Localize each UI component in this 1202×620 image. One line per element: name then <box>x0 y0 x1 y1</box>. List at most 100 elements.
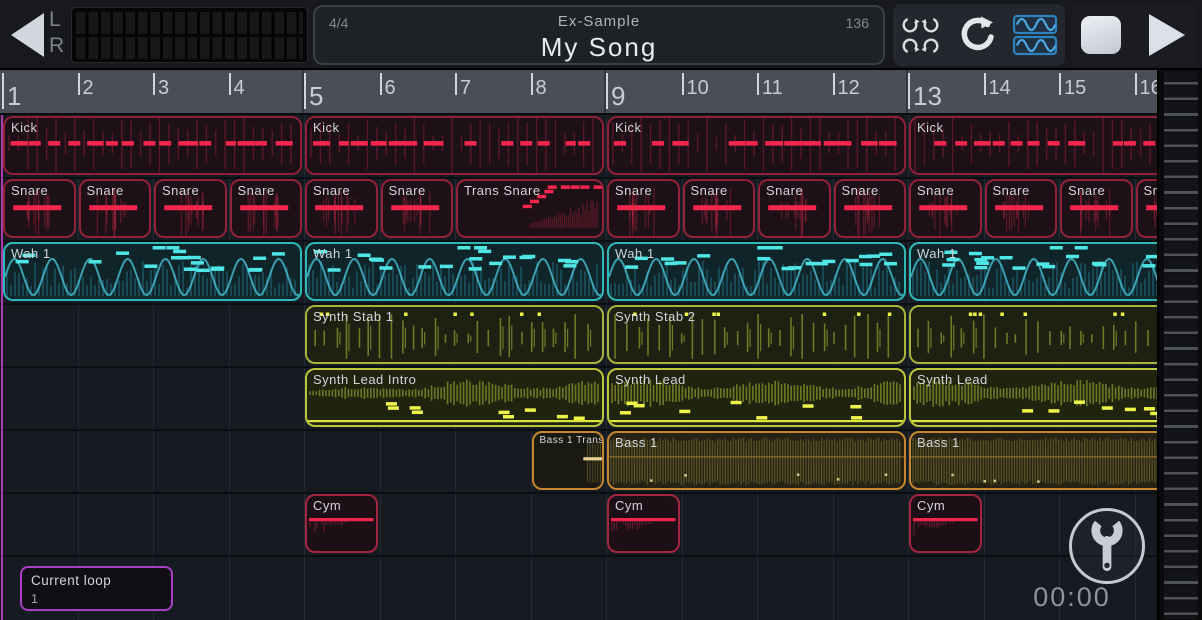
bar-ruler[interactable]: 12345678910111213141516 <box>0 70 1157 115</box>
clip-cym[interactable]: Cym <box>607 494 680 553</box>
bar-number: 13 <box>913 81 942 112</box>
loop-repeat-icon[interactable] <box>955 13 999 57</box>
clip-label: Wah 1 <box>313 246 353 261</box>
clip-label: Bass 1 <box>917 435 960 450</box>
clip-label: Wah 1 <box>615 246 655 261</box>
clip-label: Snare <box>766 183 803 198</box>
clip-wah-1[interactable]: Wah 1 <box>909 242 1157 301</box>
clip-bass-1[interactable]: Bass 1 <box>909 431 1157 490</box>
clip-bass-1[interactable]: Bass 1 <box>607 431 906 490</box>
bar-tick <box>455 73 457 95</box>
row-separator <box>0 555 1157 557</box>
clip-snare[interactable]: Snare <box>305 179 378 238</box>
clip-synth-stab-1[interactable]: Synth Stab 1 <box>305 305 604 364</box>
clip-kick[interactable]: Kick <box>3 116 302 175</box>
bar-tick <box>984 73 986 95</box>
current-loop-value: 1 <box>31 592 38 606</box>
clip-label: Snare <box>615 183 652 198</box>
clip-cym[interactable]: Cym <box>909 494 982 553</box>
clip-label: Kick <box>917 120 944 135</box>
clip-label: Synth Stab 1 <box>313 309 393 324</box>
clip-synth-lead-intro[interactable]: Synth Lead Intro <box>305 368 604 427</box>
bar-number: 9 <box>611 81 625 112</box>
bar-tick <box>908 73 910 109</box>
clip-snare[interactable]: Snare <box>834 179 907 238</box>
clip-synth-lead[interactable]: Synth Lead <box>607 368 906 427</box>
clip-trans-snare[interactable]: Trans Snare <box>456 179 604 238</box>
sequencer-app: L R 4/4 136 Ex-Sample My Song <box>0 0 1202 620</box>
settings-button[interactable] <box>1069 508 1145 584</box>
bar-number: 12 <box>838 77 860 100</box>
pattern-chain-icon[interactable] <box>899 13 943 57</box>
clip-kick[interactable]: Kick <box>909 116 1157 175</box>
clip-label: Cym <box>313 498 341 513</box>
clip-label: Kick <box>11 120 38 135</box>
timeline-grid[interactable]: KickKickKickKickSnareSnareSnareSnareSnar… <box>0 115 1157 620</box>
bar-tick <box>682 73 684 95</box>
clip-snare[interactable]: Snare <box>909 179 982 238</box>
bar-number: 11 <box>762 77 783 100</box>
row-separator <box>0 492 1157 494</box>
current-loop-label: Current loop <box>31 573 111 588</box>
bar-number: 7 <box>460 77 471 100</box>
song-title: My Song <box>315 32 883 63</box>
clip-label: Cym <box>615 498 643 513</box>
bar-number: 10 <box>687 77 709 100</box>
back-button[interactable] <box>6 10 48 60</box>
bar-tick <box>1135 73 1137 95</box>
current-loop-indicator: Current loop 1 <box>20 566 173 611</box>
mode-buttons-group <box>893 4 1065 66</box>
transport-controls <box>1071 4 1198 66</box>
bar-number: 15 <box>1064 77 1086 100</box>
meter-left-label: L <box>49 7 64 33</box>
clip-snare[interactable]: Snare <box>3 179 76 238</box>
clip-snare[interactable]: Snare <box>607 179 680 238</box>
clip-wah-1[interactable]: Wah 1 <box>305 242 604 301</box>
clip-snare[interactable]: Snare <box>683 179 756 238</box>
waveform-view-icon[interactable] <box>1011 11 1059 59</box>
clip-synth-stab-track[interactable] <box>909 305 1157 364</box>
bar-number: 14 <box>989 77 1011 100</box>
clip-cym[interactable]: Cym <box>305 494 378 553</box>
bar-number: 1 <box>7 81 21 112</box>
clip-snare[interactable]: Snare <box>1136 179 1158 238</box>
clip-kick[interactable]: Kick <box>305 116 604 175</box>
stop-button[interactable] <box>1081 16 1121 54</box>
bar-tick <box>229 73 231 95</box>
bar-tick <box>1059 73 1061 95</box>
clip-label: Kick <box>313 120 340 135</box>
level-meter-right <box>76 37 303 59</box>
clip-wah-1[interactable]: Wah 1 <box>3 242 302 301</box>
bar-number: 8 <box>536 77 547 100</box>
bar-tick <box>78 73 80 95</box>
clip-snare[interactable]: Snare <box>381 179 454 238</box>
song-info-button[interactable]: 4/4 136 Ex-Sample My Song <box>313 5 885 65</box>
clip-snare[interactable]: Snare <box>985 179 1058 238</box>
bar-tick <box>606 73 608 109</box>
clip-label: Snare <box>842 183 879 198</box>
playhead[interactable] <box>1 115 3 620</box>
bar-tick <box>531 73 533 95</box>
clip-bass-1-trans[interactable]: Bass 1 Trans <box>532 431 605 490</box>
clip-label: Synth Lead <box>615 372 686 387</box>
clip-synth-stab-2[interactable]: Synth Stab 2 <box>607 305 906 364</box>
clip-label: Snare <box>691 183 728 198</box>
clip-wah-1[interactable]: Wah 1 <box>607 242 906 301</box>
clip-snare[interactable]: Snare <box>154 179 227 238</box>
clip-kick[interactable]: Kick <box>607 116 906 175</box>
clip-label: Kick <box>615 120 642 135</box>
bar-number: 4 <box>234 77 245 100</box>
clip-snare[interactable]: Snare <box>758 179 831 238</box>
bar-tick <box>757 73 759 95</box>
clip-snare[interactable]: Snare <box>1060 179 1133 238</box>
clip-label: Snare <box>11 183 48 198</box>
clip-label: Wah 1 <box>917 246 957 261</box>
clip-synth-lead[interactable]: Synth Lead <box>909 368 1157 427</box>
back-arrow-icon <box>6 10 48 60</box>
clip-snare[interactable]: Snare <box>230 179 303 238</box>
clip-snare[interactable]: Snare <box>79 179 152 238</box>
clip-label: Snare <box>917 183 954 198</box>
vertical-scroll-strip[interactable] <box>1157 70 1202 620</box>
play-button[interactable] <box>1142 12 1188 58</box>
wrench-icon <box>1072 511 1142 581</box>
